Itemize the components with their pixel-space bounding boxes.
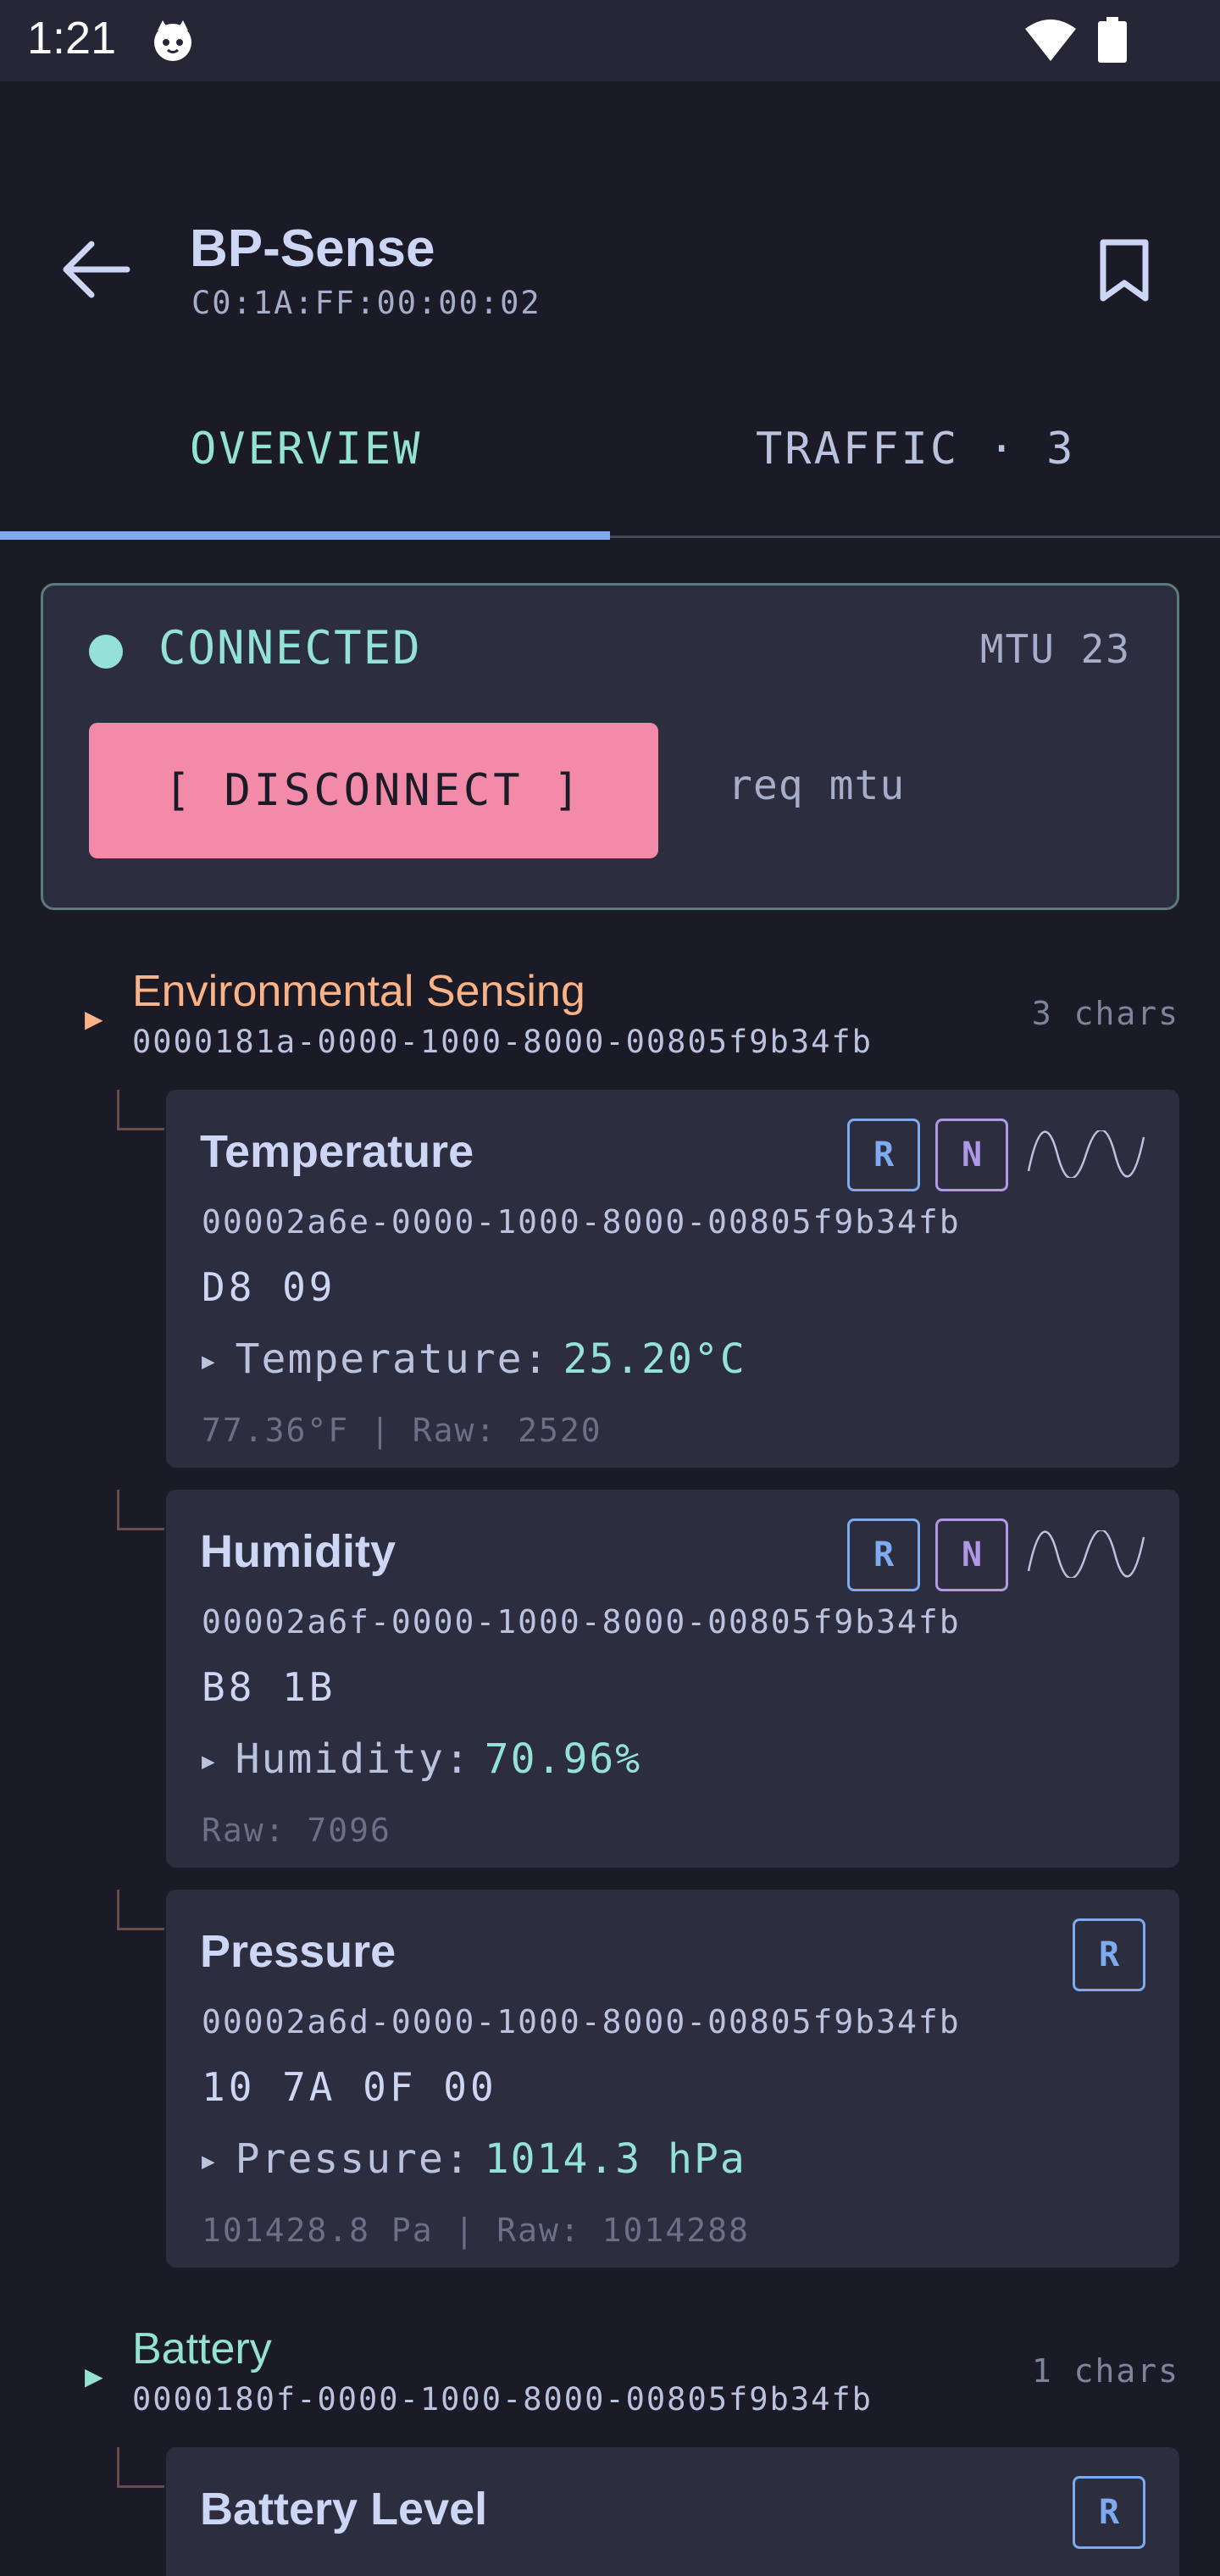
service-uuid: 0000181a-0000-1000-8000-00805f9b34fb [132, 1024, 873, 1060]
read-badge[interactable]: R [847, 1518, 920, 1591]
parsed-field-label: Temperature: [235, 1335, 550, 1383]
service-char-count: 3 chars [1031, 995, 1179, 1032]
service-uuid: 0000180f-0000-1000-8000-00805f9b34fb [132, 2381, 873, 2418]
parsed-field-details: Raw: 7096 [202, 1812, 391, 1849]
expand-caret-icon: ▶ [202, 1349, 217, 1374]
request-mtu-button[interactable]: req mtu [728, 762, 905, 809]
service-name[interactable]: Environmental Sensing [132, 966, 585, 1017]
parsed-field-details: 77.36°F | Raw: 2520 [202, 1412, 602, 1449]
read-badge[interactable]: R [1073, 2476, 1145, 2549]
characteristic-hex-value: B8 1B [202, 1664, 336, 1710]
tab-traffic[interactable]: TRAFFIC · 3 [756, 424, 1075, 475]
characteristic-card-temperature[interactable]: Temperature R N 00002a6e-0000-1000-8000-… [166, 1090, 1179, 1468]
connection-status: CONNECTED [158, 621, 422, 675]
characteristic-hex-value: 10 7A 0F 00 [202, 2064, 497, 2110]
parsed-field-label: Humidity: [235, 1735, 471, 1783]
read-badge[interactable]: R [847, 1119, 920, 1191]
characteristic-uuid: 00002a6e-0000-1000-8000-00805f9b34fb [202, 1203, 961, 1241]
characteristic-name: Temperature [200, 1126, 474, 1177]
expand-caret-icon[interactable]: ▶ [85, 1005, 103, 1033]
notify-badge[interactable]: N [935, 1518, 1008, 1591]
device-mac: C0:1A:FF:00:00:02 [191, 285, 541, 321]
expand-caret-icon[interactable]: ▶ [85, 2362, 103, 2390]
characteristic-card-humidity[interactable]: Humidity R N 00002a6f-0000-1000-8000-008… [166, 1490, 1179, 1868]
service-char-count: 1 chars [1031, 2352, 1179, 2390]
disconnect-button[interactable]: [ DISCONNECT ] [89, 723, 658, 858]
notify-badge[interactable]: N [935, 1119, 1008, 1191]
wave-icon[interactable] [1027, 1130, 1145, 1178]
characteristic-name: Battery Level [200, 2484, 488, 2534]
wave-icon[interactable] [1027, 1530, 1145, 1578]
characteristic-hex-value: D8 09 [202, 1264, 336, 1310]
parsed-field-details: 101428.8 Pa | Raw: 1014288 [202, 2212, 750, 2249]
characteristic-uuid: 00002a6d-0000-1000-8000-00805f9b34fb [202, 2003, 961, 2040]
bookmark-icon[interactable] [1098, 237, 1151, 303]
tree-connector [117, 1490, 164, 1530]
wifi-icon [1025, 19, 1076, 61]
expand-caret-icon: ▶ [202, 1749, 217, 1774]
parsed-field-value: 25.20°C [563, 1335, 746, 1383]
parsed-field-value: 70.96% [484, 1735, 642, 1783]
parsed-field[interactable]: ▶ Humidity: 70.96% [202, 1735, 641, 1783]
characteristic-name: Pressure [200, 1926, 396, 1977]
status-bar: 1:21 [0, 0, 1220, 81]
status-time: 1:21 [27, 13, 117, 64]
tree-connector [117, 1090, 164, 1130]
parsed-field[interactable]: ▶ Temperature: 25.20°C [202, 1335, 746, 1383]
parsed-field[interactable]: ▶ Pressure: 1014.3 hPa [202, 2135, 746, 2183]
cat-face-icon [154, 20, 191, 61]
battery-icon [1098, 17, 1127, 63]
parsed-field-label: Pressure: [235, 2135, 471, 2183]
expand-caret-icon: ▶ [202, 2149, 217, 2174]
characteristic-uuid: 00002a6f-0000-1000-8000-00805f9b34fb [202, 1603, 961, 1641]
tab-overview[interactable]: OVERVIEW [190, 424, 422, 475]
tree-connector [117, 1890, 164, 1930]
service-name[interactable]: Battery [132, 2323, 272, 2374]
characteristic-card-pressure[interactable]: Pressure R 00002a6d-0000-1000-8000-00805… [166, 1890, 1179, 2268]
arrow-back-icon[interactable] [59, 239, 130, 300]
characteristic-card-battery-level[interactable]: Battery Level R [166, 2447, 1179, 2576]
tab-active-indicator [0, 531, 610, 540]
read-badge[interactable]: R [1073, 1918, 1145, 1991]
characteristic-name: Humidity [200, 1526, 396, 1577]
connection-status-dot [89, 635, 123, 669]
connection-card: CONNECTED MTU 23 [ DISCONNECT ] req mtu [41, 583, 1179, 910]
parsed-field-value: 1014.3 hPa [484, 2135, 746, 2183]
device-title: BP-Sense [190, 219, 435, 278]
tree-connector [117, 2447, 164, 2488]
mtu-label: MTU 23 [979, 626, 1131, 672]
